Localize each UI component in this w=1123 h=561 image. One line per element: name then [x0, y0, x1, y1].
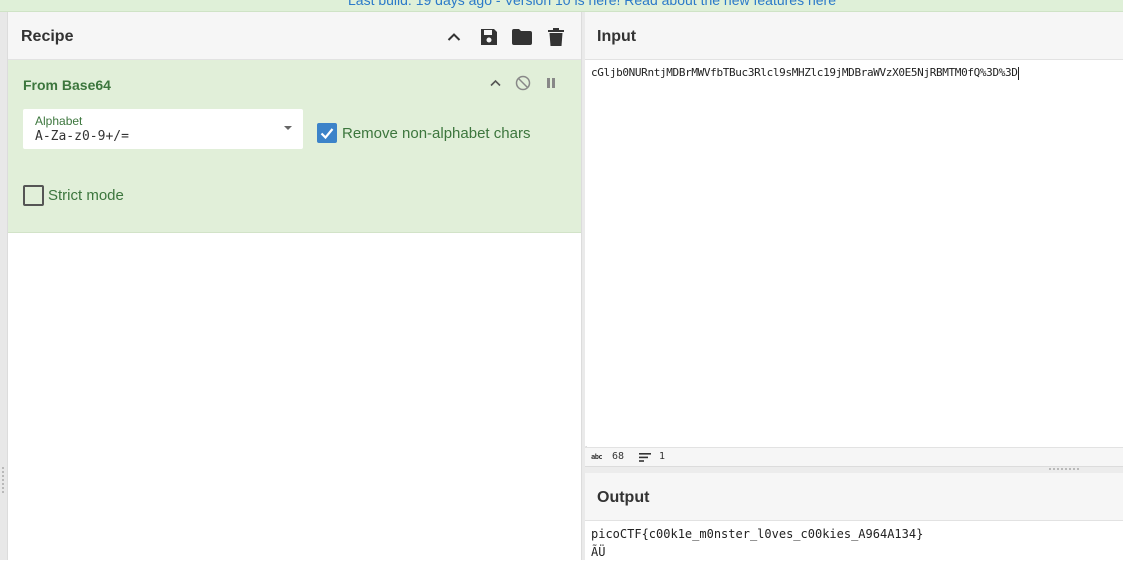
- alphabet-value[interactable]: A-Za-z0-9+/=: [35, 129, 129, 144]
- alphabet-select[interactable]: Alphabet A-Za-z0-9+/=: [23, 109, 303, 149]
- output-title: Output: [597, 489, 650, 506]
- recipe-header: Recipe: [8, 12, 581, 60]
- output-line-1[interactable]: picoCTF{c00k1e_m0nster_l0ves_c00kies_A96…: [591, 527, 923, 541]
- update-banner-text[interactable]: Last build: 19 days ago - Version 10 is …: [348, 0, 836, 8]
- input-header: Input: [585, 12, 1123, 60]
- recipe-panel: Recipe From Base64 Alphabet A-Za-z0-9+/=…: [8, 12, 581, 560]
- dropdown-caret-icon[interactable]: [284, 126, 292, 130]
- strict-mode-label[interactable]: Strict mode: [48, 187, 124, 204]
- strict-mode-checkbox[interactable]: [23, 185, 44, 206]
- chevron-up-icon[interactable]: [443, 26, 465, 48]
- input-lines: 1: [659, 451, 666, 462]
- operation-title: From Base64: [23, 77, 111, 93]
- resize-grip[interactable]: [1049, 468, 1079, 470]
- input-textarea[interactable]: cGljb0NURntjMDBrMWVfbTBuc3Rlcl9sMHZlc19j…: [591, 66, 1019, 80]
- output-header: Output: [585, 473, 1123, 521]
- folder-icon[interactable]: [511, 26, 533, 48]
- text-cursor: [1017, 66, 1019, 80]
- recipe-title: Recipe: [21, 28, 74, 45]
- resize-grip[interactable]: [2, 467, 4, 495]
- input-title: Input: [597, 28, 637, 45]
- input-status-bar: abc 68 1: [585, 447, 1123, 467]
- input-value[interactable]: cGljb0NURntjMDBrMWVfbTBuc3Rlcl9sMHZlc19j…: [591, 66, 1018, 79]
- input-panel: Input cGljb0NURntjMDBrMWVfbTBuc3Rlcl9sMH…: [585, 12, 1123, 446]
- length-abc-icon: abc: [591, 453, 603, 461]
- output-panel: Output picoCTF{c00k1e_m0nster_l0ves_c00k…: [585, 473, 1123, 560]
- save-icon[interactable]: [478, 26, 500, 48]
- alphabet-label: Alphabet: [35, 114, 83, 128]
- trash-icon[interactable]: [545, 26, 567, 48]
- collapse-icon[interactable]: [485, 73, 505, 93]
- operation-from-base64[interactable]: From Base64 Alphabet A-Za-z0-9+/= Remove…: [8, 60, 581, 233]
- operations-panel-edge[interactable]: [0, 12, 8, 560]
- output-line-2[interactable]: ÃÜ: [591, 545, 605, 559]
- output-textarea[interactable]: picoCTF{c00k1e_m0nster_l0ves_c00kies_A96…: [591, 525, 923, 561]
- remove-non-alphabet-checkbox[interactable]: [317, 123, 337, 143]
- breakpoint-icon[interactable]: [541, 73, 561, 93]
- lines-icon: [639, 453, 651, 462]
- remove-non-alphabet-label[interactable]: Remove non-alphabet chars: [342, 125, 530, 142]
- update-banner[interactable]: Last build: 19 days ago - Version 10 is …: [0, 0, 1123, 12]
- input-length: 68: [612, 451, 625, 462]
- disable-icon[interactable]: [513, 73, 533, 93]
